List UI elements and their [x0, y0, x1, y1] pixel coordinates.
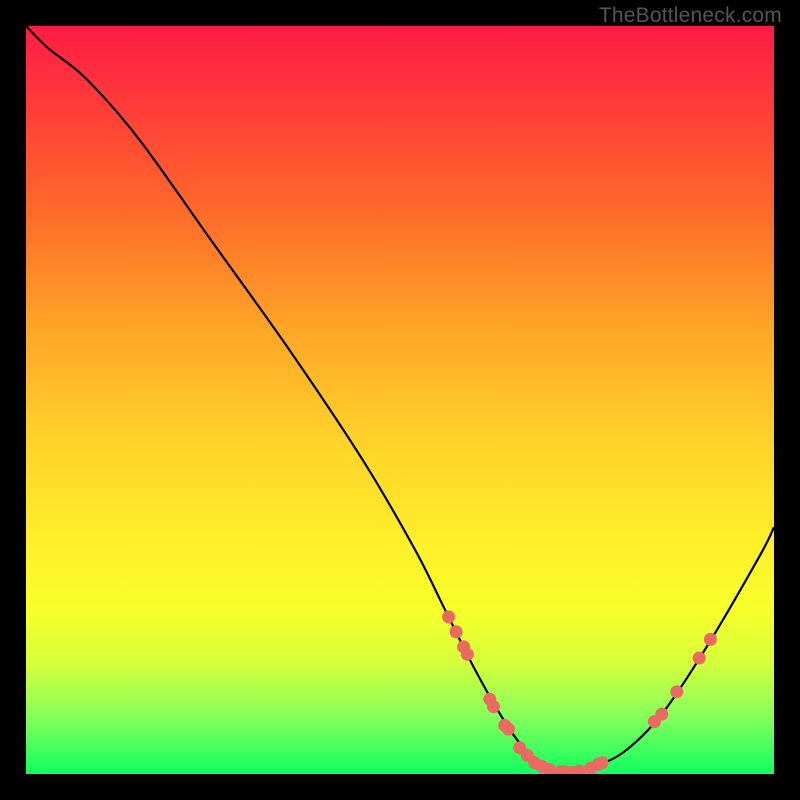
- data-point: [573, 765, 586, 774]
- data-point: [655, 708, 668, 721]
- data-point: [487, 700, 500, 713]
- data-point: [502, 723, 515, 736]
- data-point: [442, 610, 455, 623]
- data-point: [595, 756, 608, 769]
- data-point: [670, 685, 683, 698]
- chart-overlay: [26, 26, 774, 774]
- data-points: [442, 610, 717, 774]
- data-point: [461, 648, 474, 661]
- bottleneck-curve: [26, 26, 774, 774]
- data-point: [693, 652, 706, 665]
- data-point: [704, 633, 717, 646]
- watermark-text: TheBottleneck.com: [599, 4, 782, 28]
- data-point: [450, 625, 463, 638]
